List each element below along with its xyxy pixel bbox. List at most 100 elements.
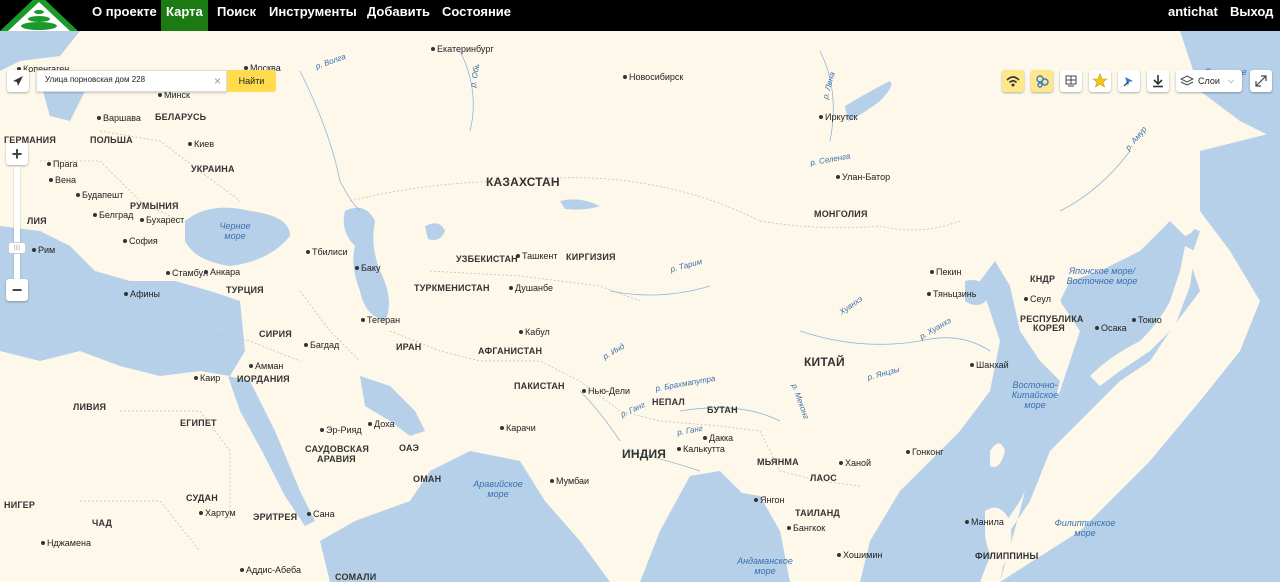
city-label: Аддис-Абеба — [240, 565, 301, 575]
zoom-slider-handle[interactable]: |||| — [8, 242, 26, 254]
country-label: ИНДИЯ — [622, 447, 667, 461]
city-label: София — [123, 236, 158, 246]
search-input[interactable] — [45, 75, 210, 84]
networks-layer-button[interactable] — [1031, 70, 1053, 92]
city-label: Амман — [248, 361, 284, 371]
city-label: Прага — [47, 159, 78, 169]
city-label: Сана — [307, 509, 335, 519]
country-label: ТУРКМЕНИСТАН — [414, 283, 490, 293]
country-label: ТУРЦИЯ — [226, 285, 264, 295]
logout-link[interactable]: Выход — [1230, 0, 1273, 23]
country-label: ПАКИСТАН — [514, 381, 565, 391]
city-label: Кабул — [519, 327, 550, 337]
country-label: МОНГОЛИЯ — [814, 209, 868, 219]
locate-me-button[interactable] — [7, 70, 29, 92]
city-label: Хошимин — [836, 550, 883, 560]
country-label: ИРАН — [396, 342, 422, 352]
chevron-down-icon: ⌵ — [1228, 76, 1235, 85]
country-label: НЕПАЛ — [652, 397, 685, 407]
wifi-icon — [1006, 76, 1020, 87]
city-label: Тегеран — [360, 315, 401, 325]
city-label: Баку — [354, 263, 381, 273]
city-label: Будапешт — [75, 190, 124, 200]
city-label: Вена — [49, 175, 76, 185]
zoom-out-button[interactable]: − — [6, 279, 28, 301]
nav-status[interactable]: Состояние — [437, 0, 516, 23]
map-canvas[interactable]: КАЗАХСТАН МОНГОЛИЯ КИТАЙ ИНДИЯ УЗБЕКИСТА… — [0, 31, 1280, 582]
grid-layer-button[interactable] — [1060, 70, 1082, 92]
water-label: Андаманское море — [737, 556, 793, 576]
city-label: Рим — [31, 245, 56, 255]
country-label: УЗБЕКИСТАН — [456, 254, 518, 264]
clear-search-icon[interactable]: × — [214, 74, 221, 88]
download-button[interactable] — [1147, 70, 1169, 92]
city-label: Янгон — [754, 495, 785, 505]
country-label: САУДОВСКАЯ — [305, 444, 370, 454]
layers-dropdown[interactable]: Слои ⌵ — [1176, 70, 1242, 92]
username-link[interactable]: antichat — [1168, 0, 1218, 23]
city-label: Карачи — [500, 423, 536, 433]
download-icon — [1153, 75, 1163, 88]
expand-icon — [1255, 75, 1267, 87]
country-label: ТАИЛАНД — [795, 508, 841, 518]
country-label: МЬЯНМА — [757, 457, 799, 467]
city-label: Шанхай — [970, 360, 1009, 370]
city-label: Хартум — [199, 508, 236, 518]
city-label: Душанбе — [508, 283, 554, 293]
nav-about[interactable]: О проекте — [87, 0, 162, 23]
country-label: ОМАН — [413, 474, 442, 484]
country-label: БУТАН — [707, 405, 738, 415]
city-label: Киев — [187, 139, 215, 149]
pin-layer-button[interactable] — [1118, 70, 1140, 92]
city-label: Афины — [124, 289, 160, 299]
country-label: ЕГИПЕТ — [180, 418, 217, 428]
wifi-layer-button[interactable] — [1002, 70, 1024, 92]
country-label: ПОЛЬША — [90, 135, 133, 145]
city-label: Анкара — [203, 267, 241, 277]
zoom-in-button[interactable]: + — [6, 143, 28, 165]
country-label: ИОРДАНИЯ — [237, 374, 290, 384]
favorites-button[interactable] — [1089, 70, 1111, 92]
country-label: КАЗАХСТАН — [486, 175, 560, 189]
country-label: СУДАН — [186, 493, 218, 503]
zoom-slider-track[interactable] — [14, 167, 20, 279]
city-label: Багдад — [303, 340, 340, 350]
city-label: Тяньцзинь — [926, 289, 977, 299]
city-label: Бангкок — [786, 523, 826, 533]
nav-tools[interactable]: Инструменты — [264, 0, 362, 23]
country-label: КИРГИЗИЯ — [566, 252, 616, 262]
country-label: ОАЭ — [399, 443, 420, 453]
water-label: Японское море/Восточное море — [1066, 266, 1138, 286]
nav-map[interactable]: Карта — [161, 0, 208, 31]
city-label: Сеул — [1024, 294, 1051, 304]
country-label: БЕЛАРУСЬ — [155, 112, 207, 122]
city-label: Каир — [193, 373, 221, 383]
nav-search[interactable]: Поиск — [212, 0, 261, 23]
country-label: КИТАЙ — [804, 355, 845, 369]
city-label: Мумбаи — [549, 476, 590, 486]
nav-add[interactable]: Добавить — [362, 0, 435, 23]
city-label: Новосибирск — [622, 72, 684, 82]
country-label: ЛИЯ — [27, 216, 47, 226]
pin-icon — [1123, 77, 1133, 87]
search-button[interactable]: Найти — [227, 70, 276, 92]
antichat-logo[interactable] — [0, 0, 78, 31]
country-label: СИРИЯ — [259, 329, 292, 339]
city-label: Пекин — [929, 267, 962, 277]
country-label: РУМЫНИЯ — [130, 201, 179, 211]
country-label: СОМАЛИ — [335, 572, 377, 582]
city-label: Тбилиси — [306, 247, 348, 257]
city-label: Стамбул — [165, 268, 209, 278]
search-box: × — [36, 70, 227, 92]
city-label: Дакка — [702, 433, 734, 443]
grid-icon — [1065, 75, 1077, 87]
fullscreen-button[interactable] — [1250, 70, 1272, 92]
city-label: Ханой — [838, 458, 872, 468]
water-label: Филиппинское море — [1054, 518, 1116, 538]
water-label: Восточно-Китайское море — [1011, 380, 1059, 410]
country-label: АФГАНИСТАН — [478, 346, 543, 356]
city-label: Нджамена — [41, 538, 91, 548]
city-label: Манила — [965, 517, 1004, 527]
city-label: Осака — [1095, 323, 1127, 333]
country-label: ЭРИТРЕЯ — [253, 512, 298, 522]
